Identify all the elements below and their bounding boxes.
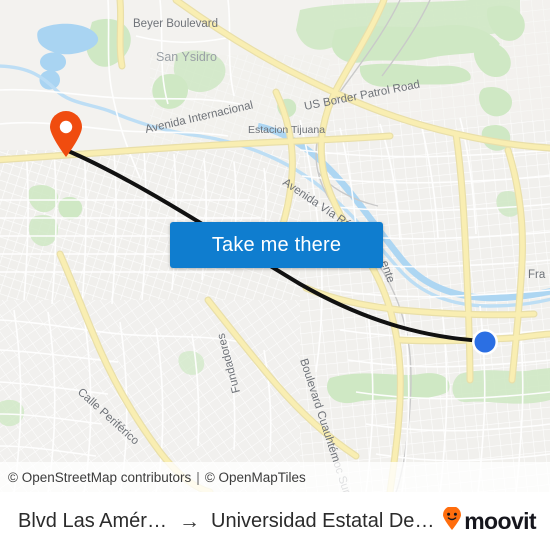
arrow-right-icon: → [179, 509, 200, 533]
attribution-openmaptiles[interactable]: © OpenMapTiles [205, 470, 306, 485]
moovit-logo[interactable]: moovit [441, 505, 537, 536]
origin-label: Blvd Las Améri... [18, 509, 168, 532]
map-label: Fra [528, 269, 546, 281]
footer-bar: Blvd Las Améri... → Universidad Estatal … [0, 492, 550, 550]
map-label: Beyer Boulevard [133, 18, 218, 30]
destination-label: Universidad Estatal De Estudios ... [211, 509, 435, 532]
attribution-separator: | [196, 469, 200, 485]
pin-shape [50, 111, 82, 157]
moovit-mark-icon [441, 505, 463, 536]
map-attribution: © OpenStreetMap contributors | © OpenMap… [0, 462, 550, 492]
dot-core [474, 331, 496, 353]
take-me-there-label: Take me there [211, 233, 342, 256]
destination-dot[interactable] [465, 322, 505, 362]
attribution-osm[interactable]: © OpenStreetMap contributors [8, 470, 191, 485]
origin-pin[interactable] [48, 110, 84, 158]
map-label: Estacion Tijuana [248, 124, 325, 136]
pin-hole [59, 120, 73, 134]
map-canvas[interactable]: Beyer Boulevard San Ysidro US Border Patro… [0, 0, 550, 492]
route-summary: Blvd Las Améri... → Universidad Estatal … [18, 510, 435, 533]
take-me-there-button[interactable]: Take me there [170, 222, 383, 268]
map-label: San Ysidro [156, 50, 217, 64]
moovit-wordmark: moovit [464, 507, 536, 534]
map-screenshot: Beyer Boulevard San Ysidro US Border Patro… [0, 0, 550, 550]
